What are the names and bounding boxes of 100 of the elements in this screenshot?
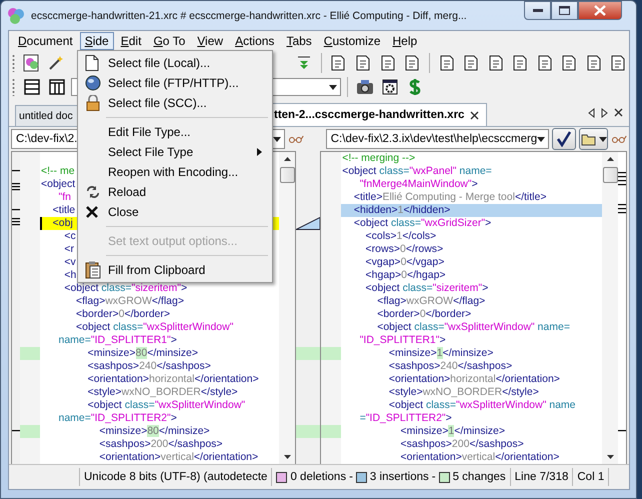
code-line: <sashpos>200</sashpos> <box>400 438 524 451</box>
code-line: <orientation>vertical</orientation> <box>400 451 560 464</box>
checkmark-icon <box>556 131 572 147</box>
close-icon[interactable] <box>470 110 480 120</box>
dropdown-arrow-icon[interactable] <box>537 136 546 142</box>
menu-item[interactable]: View <box>192 32 228 50</box>
menu-item[interactable]: Help <box>388 32 422 50</box>
code-line: <flag>wxGROW</flag> <box>376 295 486 308</box>
code-line: <orientation>horizontal</orientation> <box>388 373 560 386</box>
menu-item[interactable]: Tabs <box>281 32 317 50</box>
count-separator: - <box>432 471 436 483</box>
code-line: <minsize>1</minsize> <box>388 347 494 360</box>
dropdown-arrow-icon[interactable] <box>329 84 337 90</box>
code-line: "fn <box>58 191 71 204</box>
globe-icon <box>85 75 101 91</box>
code-line: <object class="wxSplitterWindow" <box>86 399 246 412</box>
scrollbar[interactable] <box>602 152 618 464</box>
clipboard-icon <box>85 261 101 279</box>
path-field[interactable]: C:\dev-fix\2.3.ix\dev\test\help\ecsccmerg <box>326 129 550 149</box>
menu-item[interactable]: Document <box>13 32 78 50</box>
maximize-icon <box>559 6 570 15</box>
scroll-up-icon[interactable] <box>282 155 292 164</box>
code-line: <object class="sizeritem"> <box>63 282 188 295</box>
code-line: <title <box>52 204 76 217</box>
code-line: <border>0</border> <box>75 308 170 321</box>
code-line: <object <box>40 178 76 191</box>
line-position: Line 7/318 <box>514 471 568 483</box>
menu-item[interactable]: Select file (FTP/HTTP)... <box>80 73 270 93</box>
code-line: <minsize>80</minsize> <box>86 347 198 360</box>
code-line: <object class="wxSplitterWindow" name <box>388 399 576 412</box>
menu-item[interactable]: Select File Type <box>80 142 270 162</box>
code-line: <sashpos>200</sashpos> <box>98 438 223 451</box>
page-icon <box>85 55 99 71</box>
count-separator: - <box>349 471 353 483</box>
code-line: <title>Ellié Computing - Merge tool</title> <box>352 191 546 204</box>
code-line: <minsize>80</minsize> <box>98 425 210 438</box>
submenu-arrow-icon <box>257 148 262 156</box>
code-line: <rows>0</rows> <box>364 243 444 256</box>
folder-icon <box>580 132 597 146</box>
code-line: <object class="wxGridSizer"> <box>352 217 492 230</box>
app-icon <box>7 6 25 24</box>
menu-item[interactable]: Edit <box>116 32 146 50</box>
padlock-icon <box>85 95 101 111</box>
editor-pane[interactable] <box>320 151 627 465</box>
code-line: <hidden>1</hidden> <box>352 204 450 217</box>
maximize-button[interactable] <box>551 1 578 20</box>
code-line: <!-- me <box>40 165 75 178</box>
menu-item[interactable]: Go To <box>148 32 190 50</box>
code-line: "fnMerge4MainWindow"> <box>358 178 478 191</box>
count-text: 5 changes <box>452 471 506 483</box>
menu-item[interactable]: Customize <box>318 32 386 50</box>
caret-icon[interactable] <box>598 136 607 142</box>
close-icon <box>85 205 99 219</box>
checkmark-button[interactable] <box>552 128 576 150</box>
code-line: <hgap>0</hgap> <box>364 269 446 282</box>
menu-item[interactable]: Reload <box>80 182 270 202</box>
scrollbar[interactable] <box>279 152 296 464</box>
code-line: <minsize>1</minsize> <box>400 425 506 438</box>
code-line: <cols>1</cols> <box>364 230 436 243</box>
code-line: <style>wxNO_BORDER</style> <box>388 386 539 399</box>
code-line: "ID_SPLITTER1"> <box>358 334 446 347</box>
count-text: 0 deletions <box>290 471 346 483</box>
encoding-text: Unicode 8 bits (UTF-8) (autodetecte <box>84 471 268 483</box>
scroll-down-icon[interactable] <box>282 452 292 461</box>
diff-link-icon <box>296 217 320 230</box>
code-line: <v <box>63 256 76 269</box>
scroll-up-icon[interactable] <box>606 155 614 164</box>
code-line: <object class="wxSplitterWindow" name= <box>376 321 570 334</box>
code-line: <object class="wxPanel" name= <box>341 165 492 178</box>
toolbar-gripper[interactable] <box>12 54 15 72</box>
dropdown-arrow-icon[interactable] <box>273 136 282 142</box>
close-button[interactable] <box>578 1 622 20</box>
menu-item[interactable]: Fill from Clipboard <box>80 260 270 280</box>
code-line: name="ID_SPLITTER1"> <box>58 334 177 347</box>
menu-item[interactable]: Close <box>80 202 270 222</box>
reload-icon <box>85 184 101 200</box>
code-line: <h <box>63 269 76 282</box>
menu-item[interactable]: Select file (Local)... <box>80 53 270 73</box>
scroll-right-icon[interactable] <box>601 108 608 118</box>
toolbar-gripper[interactable] <box>12 78 15 96</box>
code-line: <style>wxNO_BORDER</style> <box>86 386 238 399</box>
glasses-icon[interactable] <box>288 135 304 143</box>
scroll-thumb[interactable] <box>602 167 618 183</box>
code-line: <orientation>horizontal</orientation> <box>86 373 259 386</box>
code-line: <flag>wxGROW</flag> <box>75 295 184 308</box>
scroll-down-icon[interactable] <box>606 452 614 461</box>
scroll-thumb[interactable] <box>280 167 295 183</box>
menu-item[interactable]: Side <box>80 32 114 50</box>
open-folder-button[interactable] <box>578 128 608 150</box>
glasses-icon[interactable] <box>611 135 627 143</box>
code-line: <sashpos>240</sashpos> <box>86 360 211 373</box>
close-icon[interactable] <box>614 108 623 116</box>
scroll-left-icon[interactable] <box>588 108 595 118</box>
menu-item[interactable]: Reopen with Encoding... <box>80 162 270 182</box>
menu-item[interactable]: Actions <box>230 32 280 50</box>
code-line: ="ID_SPLITTER2"> <box>358 412 452 425</box>
window-title: ecsccmerge-handwritten-21.xrc # ecsccmerge-handwritten.xrc - Ellié Computing - Diff, merg... <box>31 10 468 22</box>
minimize-button[interactable] <box>524 1 551 20</box>
column-position: Col 1 <box>577 471 604 483</box>
close-icon <box>594 5 606 16</box>
